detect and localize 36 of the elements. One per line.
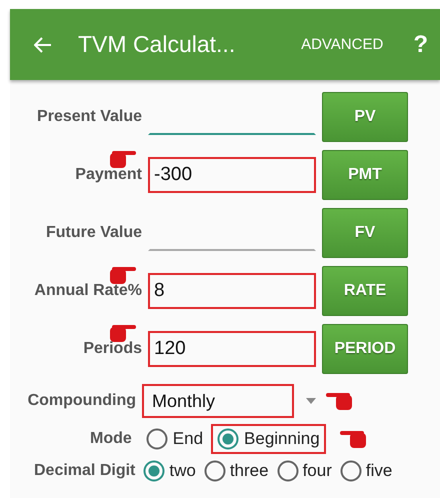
option-label: five	[366, 461, 392, 481]
field-label: Decimal Digit	[34, 462, 136, 480]
radio-button[interactable]	[276, 460, 299, 482]
radio-button[interactable]	[204, 460, 226, 482]
input-field[interactable]: -300	[148, 157, 316, 193]
input-field[interactable]: 8	[148, 273, 316, 309]
option-label: three	[230, 461, 269, 481]
field-label: Payment	[75, 166, 142, 184]
field-label: Future Value	[46, 224, 142, 242]
calculate-button[interactable]: RATE	[322, 266, 408, 316]
field-label: Annual Rate%	[34, 282, 142, 300]
help-button[interactable]: ?	[413, 30, 428, 58]
field-label: Compounding	[26, 392, 136, 410]
option-label: End	[172, 429, 204, 449]
option-label: Beginning	[244, 429, 320, 449]
radio-button[interactable]	[217, 428, 240, 450]
radio-button[interactable]	[143, 460, 166, 482]
radio-button[interactable]	[146, 428, 168, 450]
calculate-button[interactable]: PERIOD	[322, 324, 408, 374]
field-label: Periods	[83, 340, 142, 358]
app-title: TVM Calculat...	[78, 31, 236, 58]
advanced-button[interactable]: ADVANCED	[301, 36, 384, 53]
calculate-button[interactable]: FV	[322, 208, 408, 258]
field-label: Mode	[90, 430, 132, 448]
mode-option[interactable]: End	[140, 424, 210, 454]
option-label: two	[169, 461, 196, 481]
field-label: Present Value	[37, 108, 142, 126]
calculate-button[interactable]: PV	[322, 92, 408, 142]
radio-button[interactable]	[340, 460, 362, 482]
dropdown[interactable]: Monthly	[142, 384, 294, 418]
mode-option[interactable]: Beginning	[211, 424, 326, 454]
back-arrow-icon[interactable]	[34, 36, 52, 52]
dropdown-caret-icon[interactable]	[306, 398, 316, 404]
calculate-button[interactable]: PMT	[322, 150, 408, 200]
input-field[interactable]: 120	[148, 331, 316, 367]
option-label: four	[302, 461, 332, 481]
